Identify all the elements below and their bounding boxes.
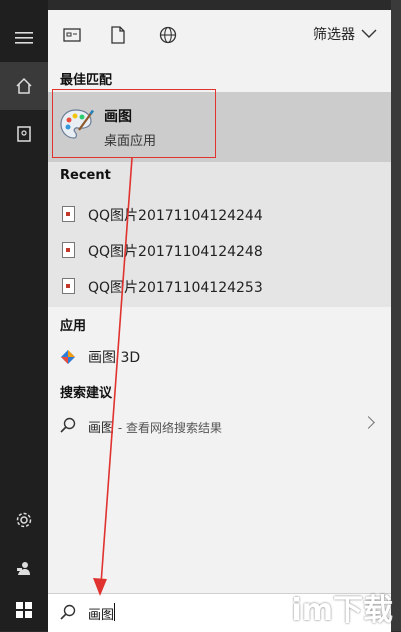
- chevron-down-icon: [361, 29, 377, 38]
- recent-item-label: QQ图片20171104124253: [88, 280, 263, 296]
- web-filter-button[interactable]: [156, 23, 180, 47]
- gear-icon: [16, 512, 32, 528]
- list-item[interactable]: QQ图片20171104124248: [48, 232, 391, 268]
- image-file-icon: [62, 242, 75, 258]
- feedback-button[interactable]: [0, 544, 48, 592]
- home-button[interactable]: [0, 62, 48, 110]
- text-caret: [114, 603, 115, 621]
- apps-filter-button[interactable]: [60, 23, 84, 47]
- suggestion-hint: - 查看网络搜索结果: [114, 421, 222, 435]
- web-suggestion-item[interactable]: 画图 - 查看网络搜索结果: [48, 410, 391, 442]
- search-icon: [60, 417, 76, 433]
- app-window-icon: [63, 28, 81, 42]
- recent-item-label: QQ图片20171104124244: [88, 208, 263, 224]
- document-icon: [111, 26, 125, 44]
- left-rail: [0, 0, 48, 631]
- recent-heading: Recent: [60, 168, 111, 183]
- apps-heading: 应用: [60, 319, 87, 334]
- home-icon: [16, 77, 32, 94]
- notebook-button[interactable]: [0, 110, 48, 158]
- windows-icon: [16, 601, 32, 618]
- filter-label: 筛选器: [313, 27, 355, 43]
- menu-button[interactable]: [0, 14, 48, 62]
- feedback-icon: [17, 562, 30, 575]
- recent-section: Recent QQ图片20171104124244 QQ图片2017110412…: [48, 162, 391, 307]
- hamburger-icon: [15, 32, 33, 44]
- list-item[interactable]: QQ图片20171104124244: [48, 196, 391, 232]
- highlight-box: [52, 89, 216, 158]
- image-file-icon: [62, 278, 75, 294]
- search-icon: [60, 604, 76, 620]
- documents-filter-button[interactable]: [106, 23, 130, 47]
- paint-3d-icon: [61, 350, 75, 364]
- settings-button[interactable]: [0, 496, 48, 544]
- background-strip: [391, 0, 401, 631]
- app-item-label: 画图 3D: [88, 350, 141, 366]
- filter-toolbar: 筛选器: [48, 10, 391, 60]
- list-item[interactable]: QQ图片20171104124253: [48, 268, 391, 304]
- chevron-right-icon: [362, 416, 375, 429]
- best-match-heading: 最佳匹配: [60, 73, 113, 88]
- app-item-paint-3d[interactable]: 画图 3D: [48, 342, 391, 372]
- globe-icon: [159, 26, 177, 44]
- image-file-icon: [62, 206, 75, 222]
- suggestions-heading: 搜索建议: [60, 386, 113, 401]
- start-button[interactable]: [0, 588, 48, 631]
- watermark-text: im下载: [291, 593, 393, 628]
- search-query-text: 画图: [88, 608, 115, 623]
- suggestion-query: 画图: [88, 421, 115, 436]
- filter-dropdown[interactable]: 筛选器: [313, 24, 377, 44]
- notebook-icon: [17, 126, 31, 142]
- recent-item-label: QQ图片20171104124248: [88, 244, 263, 260]
